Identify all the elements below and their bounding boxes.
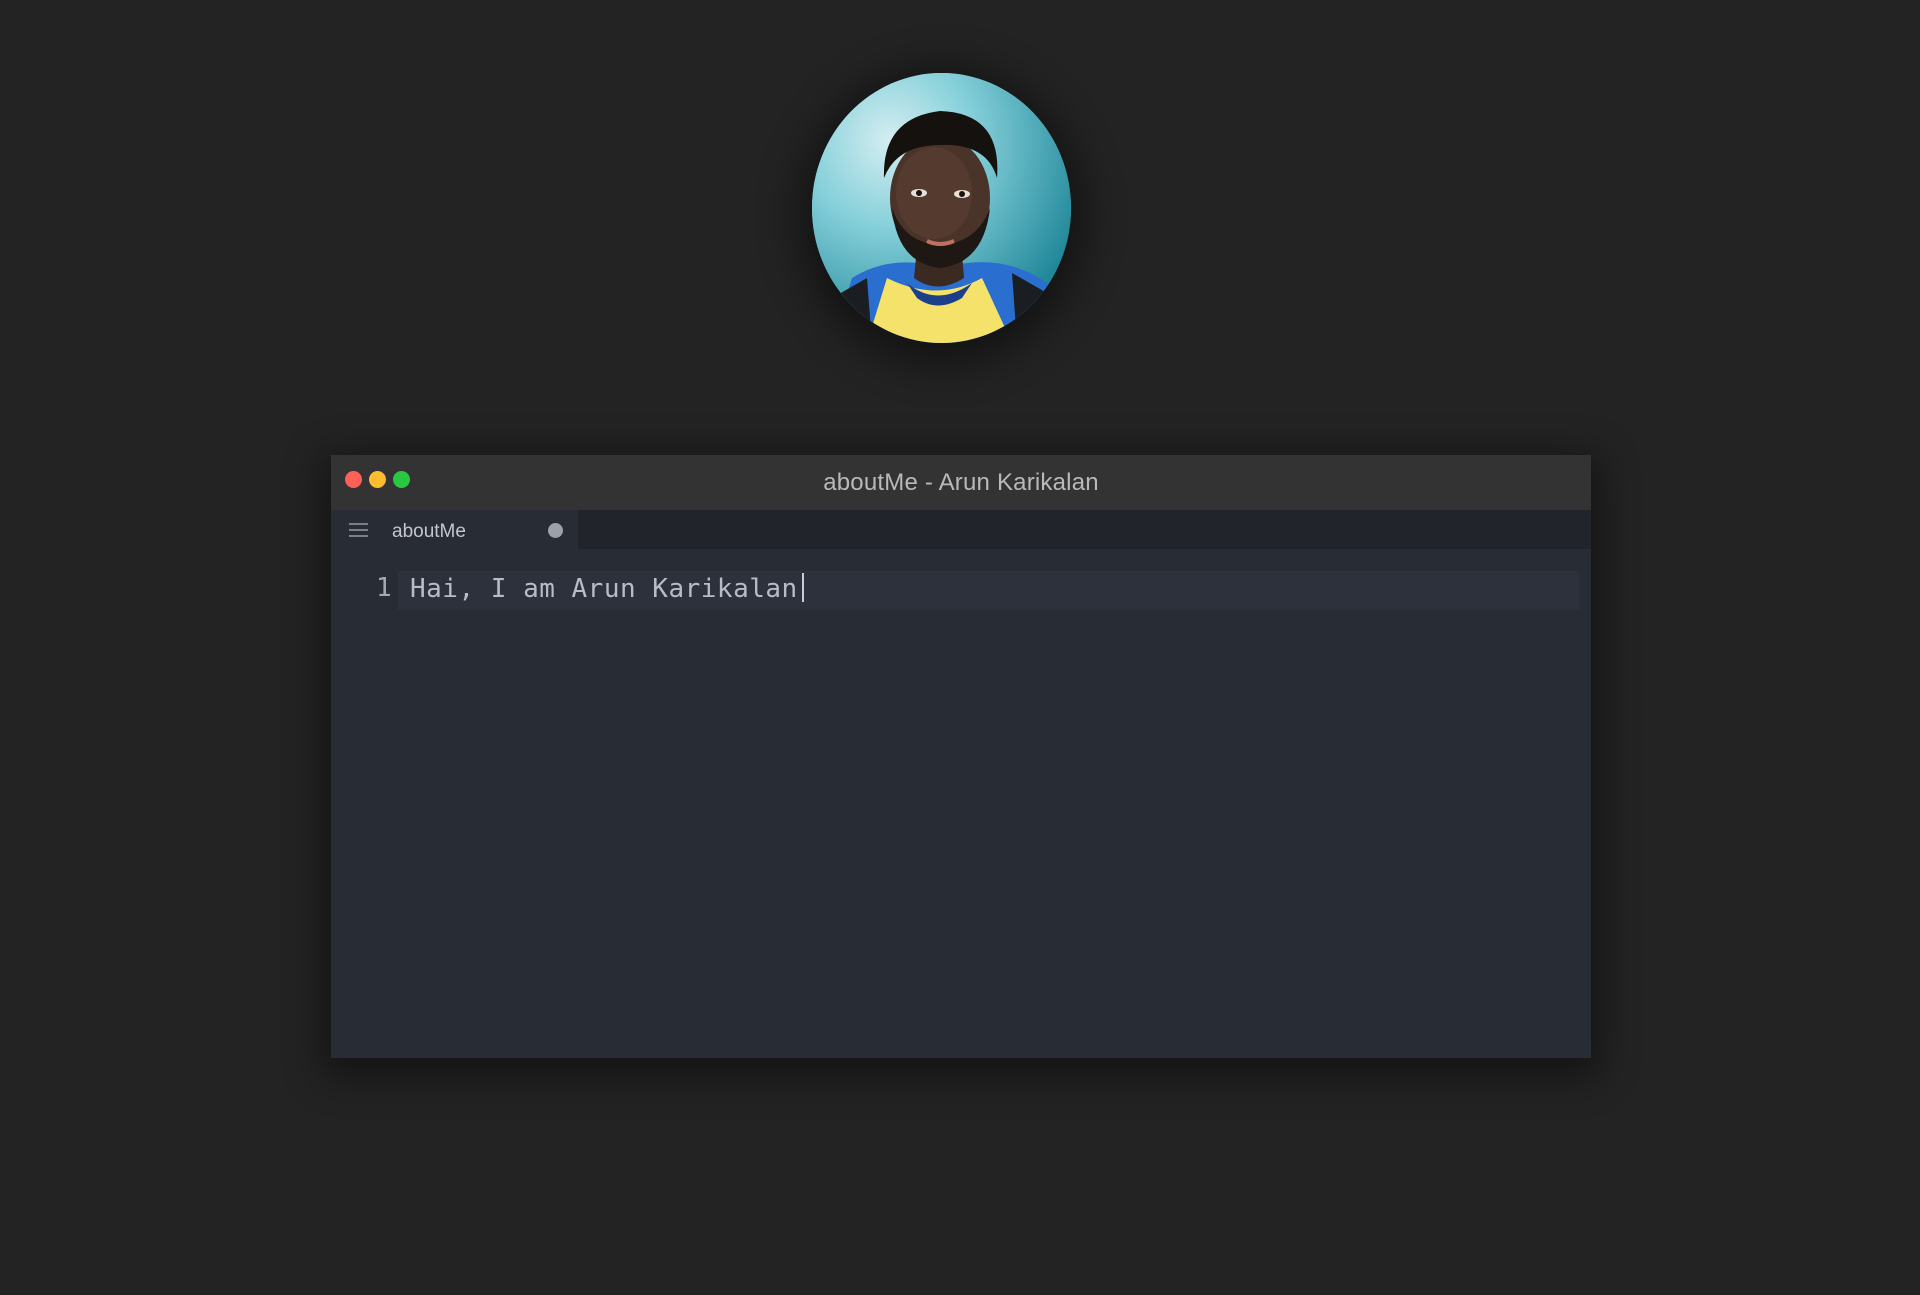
maximize-window-button[interactable] xyxy=(393,471,410,488)
tab-label: aboutMe xyxy=(392,521,466,542)
editor-window: aboutMe - Arun Karikalan aboutMe 1 Hai, … xyxy=(331,455,1591,1058)
tab-bar: aboutMe xyxy=(331,510,1591,549)
title-bar: aboutMe - Arun Karikalan xyxy=(331,455,1591,510)
code-editor[interactable]: 1 Hai, I am Arun Karikalan xyxy=(331,549,1591,1058)
window-title: aboutMe - Arun Karikalan xyxy=(823,468,1099,496)
code-line[interactable]: Hai, I am Arun Karikalan xyxy=(410,573,804,604)
window-controls xyxy=(345,471,410,488)
hamburger-icon[interactable] xyxy=(349,523,368,537)
tab-aboutme[interactable]: aboutMe xyxy=(331,510,578,549)
text-cursor xyxy=(801,573,804,602)
minimize-window-button[interactable] xyxy=(369,471,386,488)
line-number: 1 xyxy=(376,573,392,603)
unsaved-dot-icon[interactable] xyxy=(548,523,563,538)
profile-photo xyxy=(812,73,1071,343)
code-line-text: Hai, I am Arun Karikalan xyxy=(410,574,798,604)
close-window-button[interactable] xyxy=(345,471,362,488)
page: aboutMe - Arun Karikalan aboutMe 1 Hai, … xyxy=(0,0,1920,1295)
